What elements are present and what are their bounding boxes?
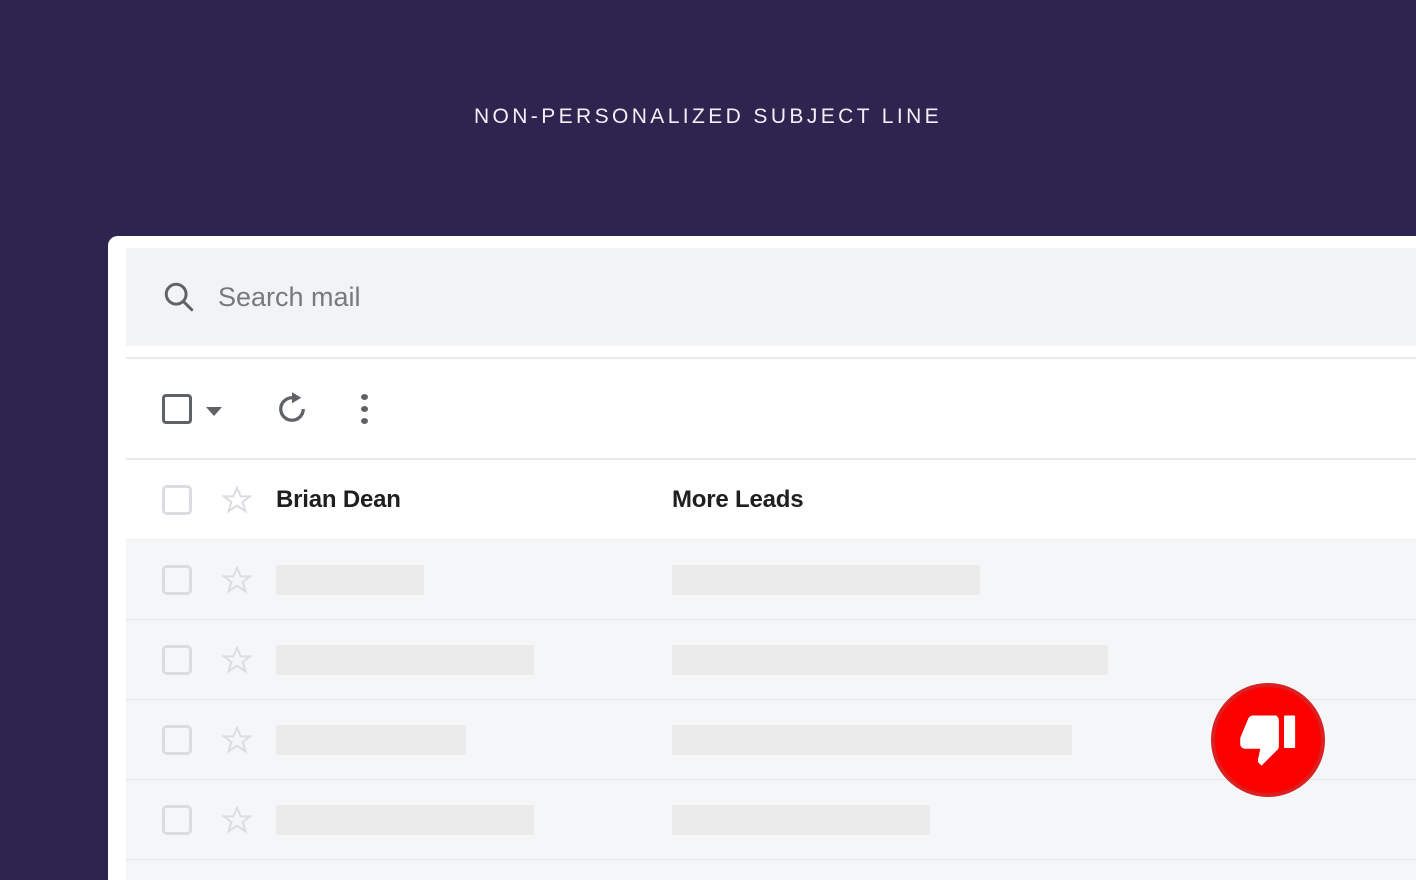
more-vertical-icon xyxy=(360,405,368,412)
more-vertical-icon xyxy=(360,417,368,424)
sender-cell: Brian Dean xyxy=(276,486,672,514)
sender-cell xyxy=(276,644,672,675)
sender-cell xyxy=(276,804,672,835)
star-icon[interactable] xyxy=(222,564,252,595)
screenshot-stage: NON-PERSONALIZED SUBJECT LINE Search mai… xyxy=(0,0,1416,880)
star-icon[interactable] xyxy=(222,724,252,755)
star-icon[interactable] xyxy=(222,804,252,835)
thumbs-down-icon xyxy=(1240,715,1296,766)
row-checkbox[interactable] xyxy=(162,804,192,835)
row-checkbox[interactable] xyxy=(162,644,192,675)
subject-placeholder xyxy=(672,564,980,595)
mail-row[interactable]: Brian Dean More Leads xyxy=(126,460,1416,540)
sender-placeholder xyxy=(276,724,466,755)
search-icon xyxy=(164,282,194,312)
mail-row[interactable] xyxy=(126,860,1416,880)
row-checkbox[interactable] xyxy=(162,564,192,595)
more-vertical-icon xyxy=(360,393,368,400)
subject-placeholder xyxy=(672,804,930,835)
subject-text: More Leads xyxy=(672,485,804,513)
refresh-icon xyxy=(279,391,305,422)
select-all-control[interactable] xyxy=(162,393,222,424)
sender-cell xyxy=(276,724,672,755)
mail-row[interactable] xyxy=(126,620,1416,700)
row-checkbox[interactable] xyxy=(162,484,192,515)
sender-placeholder xyxy=(276,644,534,675)
star-icon[interactable] xyxy=(222,484,252,515)
refresh-button[interactable] xyxy=(274,391,310,427)
more-options-button[interactable] xyxy=(360,391,368,427)
page-title: NON-PERSONALIZED SUBJECT LINE xyxy=(473,105,943,128)
subject-cell: More Leads xyxy=(672,486,1416,514)
search-placeholder: Search mail xyxy=(218,281,361,312)
mail-list: Brian Dean More Leads xyxy=(126,460,1416,880)
subject-cell xyxy=(672,804,1416,835)
sender-name: Brian Dean xyxy=(276,485,401,513)
subject-placeholder xyxy=(672,644,1108,675)
search-input[interactable]: Search mail xyxy=(126,248,1416,346)
mail-toolbar xyxy=(126,359,1416,458)
sender-placeholder xyxy=(276,804,534,835)
thumbs-down-badge[interactable] xyxy=(1211,683,1325,797)
chevron-down-icon[interactable] xyxy=(206,406,222,416)
subject-placeholder xyxy=(672,724,1072,755)
gmail-window: Search mail Brian Dean More Leads xyxy=(108,236,1416,880)
sender-cell xyxy=(276,564,672,595)
search-region: Search mail xyxy=(108,236,1416,358)
subject-cell xyxy=(672,644,1416,675)
mail-row[interactable] xyxy=(126,780,1416,860)
checkbox-icon[interactable] xyxy=(162,393,192,424)
subject-cell xyxy=(672,564,1416,595)
sender-placeholder xyxy=(276,564,424,595)
mail-row[interactable] xyxy=(126,540,1416,620)
star-icon[interactable] xyxy=(222,644,252,675)
row-checkbox[interactable] xyxy=(162,724,192,755)
